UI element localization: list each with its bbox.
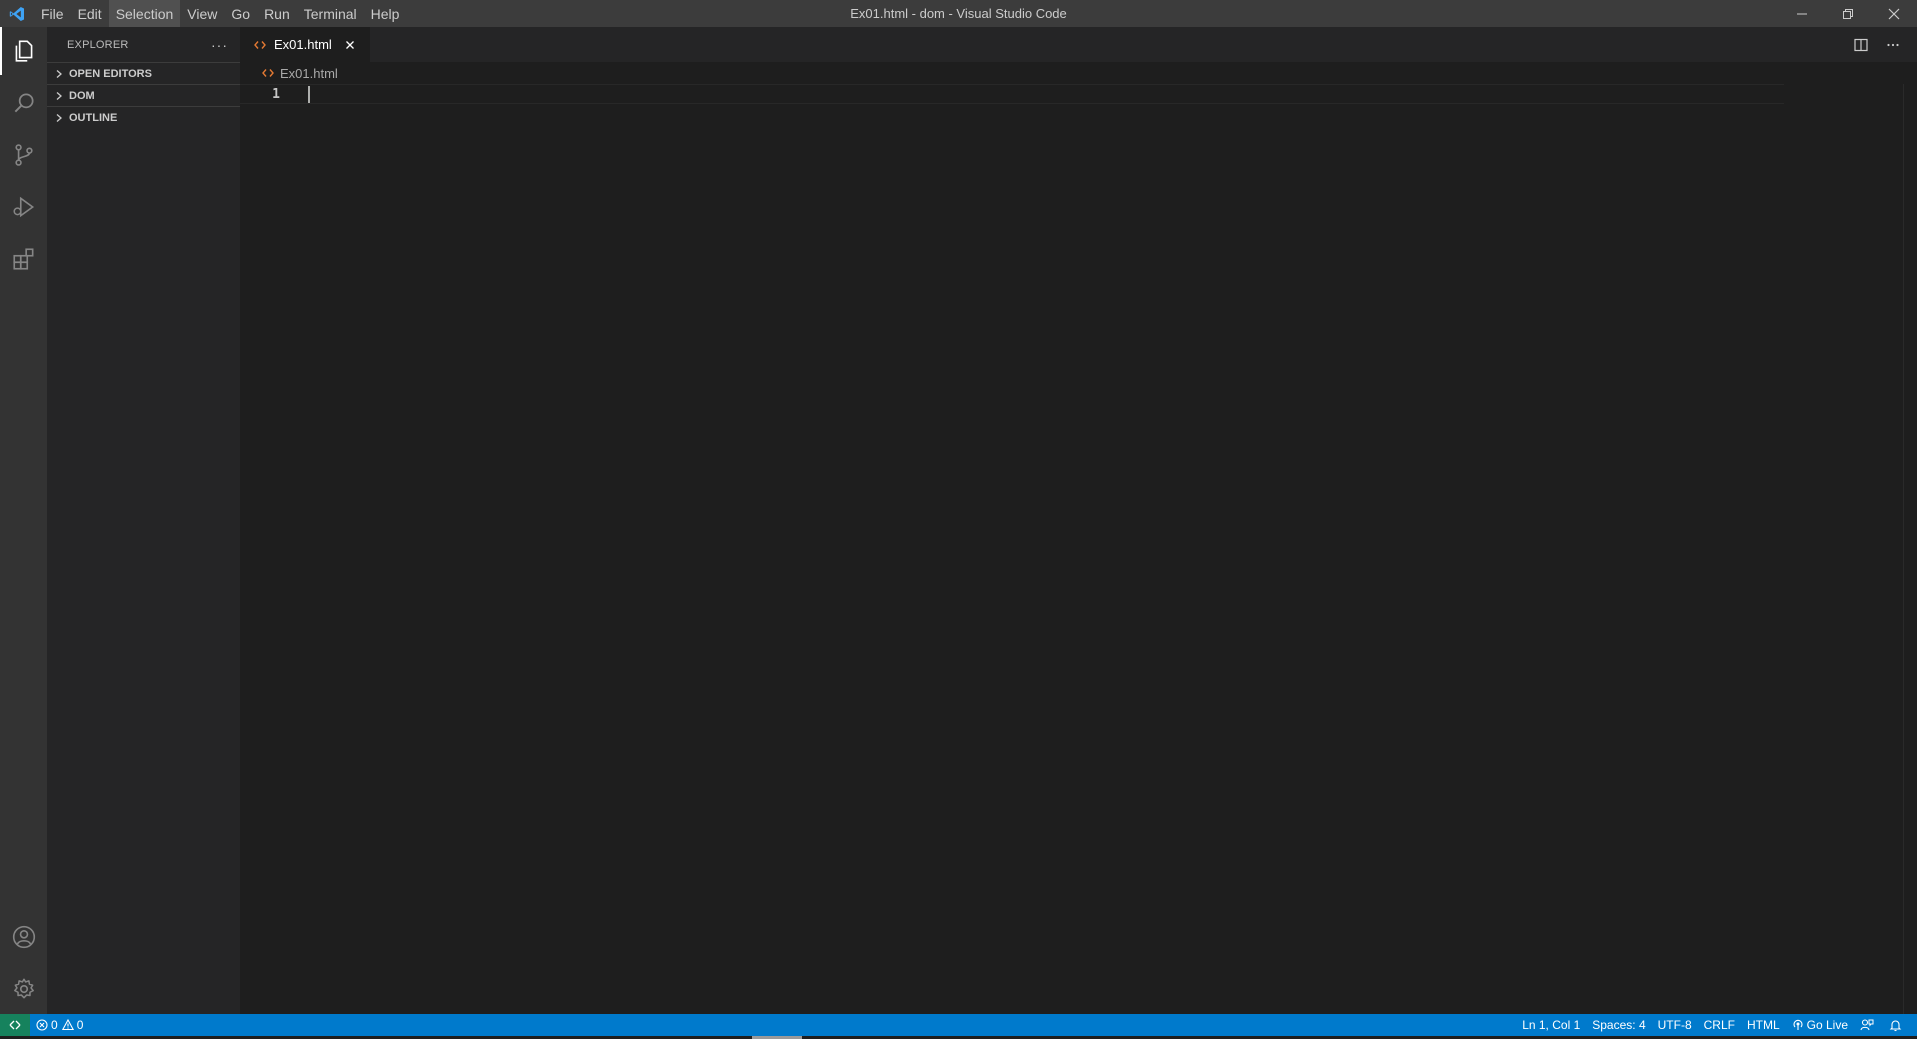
sidebar-header: EXPLORER ··· bbox=[47, 27, 240, 62]
menu-edit[interactable]: Edit bbox=[71, 0, 109, 27]
breadcrumb[interactable]: Ex01.html bbox=[240, 62, 1917, 84]
menu-view[interactable]: View bbox=[180, 0, 224, 27]
more-actions-button[interactable] bbox=[1877, 27, 1909, 62]
status-bar: 0 0 Ln 1, Col 1 Spaces: 4 UTF-8 CRLF HTM… bbox=[0, 1014, 1917, 1036]
html-file-icon bbox=[252, 37, 268, 53]
account-icon bbox=[12, 925, 35, 949]
remote-indicator-button[interactable] bbox=[0, 1014, 30, 1036]
manage-gear-icon bbox=[13, 978, 34, 999]
close-window-button[interactable] bbox=[1871, 0, 1917, 27]
tab-ex01-html[interactable]: Ex01.html bbox=[240, 27, 370, 62]
menu-help[interactable]: Help bbox=[364, 0, 407, 27]
feedback-icon bbox=[1860, 1019, 1874, 1031]
source-control-button[interactable] bbox=[0, 131, 47, 179]
feedback-button[interactable] bbox=[1854, 1014, 1883, 1036]
tab-bar: Ex01.html bbox=[240, 27, 1917, 62]
chevron-right-icon bbox=[51, 66, 67, 82]
search-button[interactable] bbox=[0, 79, 47, 127]
text-cursor bbox=[308, 86, 310, 103]
notifications-button[interactable] bbox=[1883, 1014, 1911, 1036]
error-icon bbox=[36, 1019, 48, 1031]
language-mode[interactable]: HTML bbox=[1741, 1014, 1786, 1036]
extensions-button[interactable] bbox=[0, 235, 47, 283]
run-debug-icon bbox=[12, 196, 34, 218]
more-actions-icon bbox=[1887, 43, 1899, 46]
go-live-label: Go Live bbox=[1806, 1018, 1848, 1032]
tab-actions bbox=[1845, 27, 1917, 62]
search-icon bbox=[14, 93, 34, 113]
section-label: DOM bbox=[69, 89, 95, 102]
section-outline[interactable]: OUTLINE bbox=[47, 106, 240, 128]
menu-bar: File Edit Selection View Go Run Terminal… bbox=[34, 0, 406, 27]
close-tab-icon[interactable] bbox=[340, 35, 360, 55]
go-live-button[interactable]: Go Live bbox=[1786, 1014, 1854, 1036]
explorer-sidebar: EXPLORER ··· OPEN EDITORS DOM OUTLINE bbox=[47, 27, 240, 1014]
section-dom[interactable]: DOM bbox=[47, 84, 240, 106]
section-label: OUTLINE bbox=[69, 111, 118, 124]
warning-count: 0 bbox=[76, 1018, 84, 1032]
tab-label: Ex01.html bbox=[274, 37, 332, 52]
source-control-icon bbox=[14, 144, 33, 166]
breadcrumb-file[interactable]: Ex01.html bbox=[280, 66, 338, 81]
window-controls bbox=[1779, 0, 1917, 27]
menu-terminal[interactable]: Terminal bbox=[297, 0, 364, 27]
code-line[interactable]: 1 bbox=[240, 84, 1784, 104]
more-actions-icon[interactable]: ··· bbox=[211, 37, 228, 53]
menu-run[interactable]: Run bbox=[257, 0, 297, 27]
editor-area: Ex01.html Ex01.html 1 bbox=[240, 27, 1917, 1014]
vertical-scrollbar[interactable] bbox=[1903, 84, 1917, 1014]
remote-icon bbox=[9, 1020, 21, 1030]
line-ending[interactable]: CRLF bbox=[1698, 1014, 1741, 1036]
line-number: 1 bbox=[272, 86, 280, 102]
extensions-icon bbox=[12, 248, 33, 270]
error-count: 0 bbox=[51, 1018, 58, 1032]
restore-icon bbox=[1843, 8, 1853, 19]
chevron-right-icon bbox=[51, 88, 67, 104]
minimize-button[interactable] bbox=[1779, 0, 1825, 27]
sidebar-title: EXPLORER bbox=[67, 38, 129, 51]
explorer-button[interactable] bbox=[0, 27, 47, 75]
split-editor-button[interactable] bbox=[1845, 27, 1877, 62]
title-bar: File Edit Selection View Go Run Terminal… bbox=[0, 0, 1917, 27]
split-editor-icon bbox=[1854, 38, 1868, 51]
activity-bar bbox=[0, 27, 47, 1014]
bell-icon bbox=[1889, 1019, 1902, 1031]
manage-button[interactable] bbox=[0, 965, 47, 1013]
encoding[interactable]: UTF-8 bbox=[1652, 1014, 1698, 1036]
section-label: OPEN EDITORS bbox=[69, 67, 152, 80]
indentation[interactable]: Spaces: 4 bbox=[1586, 1014, 1651, 1036]
menu-file[interactable]: File bbox=[34, 0, 71, 27]
problems-indicator[interactable]: 0 0 bbox=[30, 1014, 89, 1036]
vscode-logo-icon bbox=[0, 0, 34, 27]
menu-selection[interactable]: Selection bbox=[108, 0, 181, 27]
chevron-right-icon bbox=[51, 110, 67, 126]
account-button[interactable] bbox=[0, 913, 47, 961]
explorer-icon bbox=[15, 40, 32, 62]
broadcast-icon bbox=[1793, 1019, 1803, 1030]
warning-icon bbox=[61, 1019, 74, 1031]
close-icon bbox=[1888, 8, 1900, 19]
restore-button[interactable] bbox=[1825, 0, 1871, 27]
run-debug-button[interactable] bbox=[0, 183, 47, 231]
minimize-icon bbox=[1797, 13, 1807, 14]
html-file-icon bbox=[260, 65, 276, 81]
menu-go[interactable]: Go bbox=[224, 0, 257, 27]
cursor-position[interactable]: Ln 1, Col 1 bbox=[1516, 1014, 1586, 1036]
section-open-editors[interactable]: OPEN EDITORS bbox=[47, 62, 240, 84]
